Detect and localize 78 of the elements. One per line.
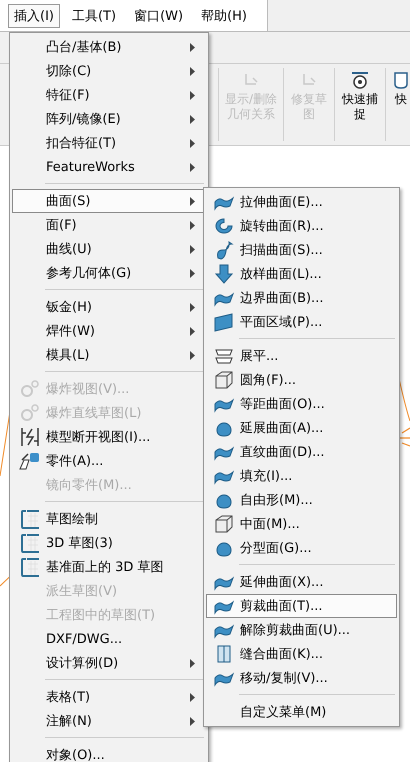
submenu-arrow-icon xyxy=(190,66,195,76)
submenu-arrow-icon xyxy=(190,692,195,702)
menu-item[interactable]: 焊件(W) xyxy=(12,319,206,343)
submenu-arrow-icon xyxy=(190,350,195,360)
submenu-arrow-icon xyxy=(190,162,195,172)
menu-item[interactable]: 平面区域(P)... xyxy=(206,310,397,334)
menu-item[interactable]: 零件(A)... xyxy=(12,449,206,473)
submenu-arrow-icon xyxy=(190,302,195,312)
menu-bar-item[interactable]: 帮助(H) xyxy=(195,4,253,28)
break-icon xyxy=(20,427,40,447)
cube-icon xyxy=(212,514,234,534)
menu-item[interactable]: 中面(M)... xyxy=(206,512,397,536)
menu-item[interactable]: 特征(F) xyxy=(12,83,206,107)
submenu-arrow-icon xyxy=(190,268,195,278)
menu-item[interactable]: 填充(I)... xyxy=(206,464,397,488)
submenu-arrow-icon xyxy=(190,220,195,230)
menu-item[interactable]: 展平... xyxy=(206,344,397,368)
menu-item[interactable]: 旋转曲面(R)... xyxy=(206,214,397,238)
menu-item[interactable]: FeatureWorks xyxy=(12,155,206,179)
menu-item[interactable]: 草图绘制 xyxy=(12,507,206,531)
plane-icon xyxy=(212,312,234,332)
menu-item[interactable]: 模型断开视图(I)... xyxy=(12,425,206,449)
menu-item[interactable]: 缝合曲面(K)... xyxy=(206,642,397,666)
menu-item[interactable]: DXF/DWG... xyxy=(12,627,206,651)
toolbar-button[interactable]: 快 xyxy=(386,64,410,145)
target-icon xyxy=(350,72,370,90)
menu-item[interactable]: 曲线(U) xyxy=(12,237,206,261)
menu-item[interactable]: 剪裁曲面(T)... xyxy=(206,594,397,618)
menu-bar-item[interactable]: 工具(T) xyxy=(66,4,122,28)
menu-item[interactable]: 解除剪裁曲面(U)... xyxy=(206,618,397,642)
menu-item[interactable]: 延伸曲面(X)... xyxy=(206,570,397,594)
submenu-arrow-icon xyxy=(190,326,195,336)
cube-icon xyxy=(212,370,234,390)
menu-item[interactable]: 注解(N) xyxy=(12,709,206,733)
menu-item[interactable]: 放样曲面(L)... xyxy=(206,262,397,286)
menu-item[interactable]: 阵列/镜像(E) xyxy=(12,107,206,131)
menu-item[interactable]: 对象(O)... xyxy=(12,743,206,762)
menu-item[interactable]: 延展曲面(A)... xyxy=(206,416,397,440)
menu-bar-item[interactable]: 插入(I) xyxy=(8,4,60,28)
ring-icon xyxy=(212,216,234,236)
submenu-arrow-icon xyxy=(190,196,195,206)
menu-item[interactable]: 钣金(H) xyxy=(12,295,206,319)
menu-item[interactable]: 圆角(F)... xyxy=(206,368,397,392)
submenu-arrow-icon xyxy=(190,42,195,52)
sketch-icon xyxy=(20,557,40,577)
sketch-icon xyxy=(20,509,40,529)
submenu-arrow-icon xyxy=(190,138,195,148)
menu-item[interactable]: 扫描曲面(S)... xyxy=(206,238,397,262)
menu-bar-item[interactable]: 窗口(W) xyxy=(128,4,190,28)
submenu-arrow-icon xyxy=(190,658,195,668)
menu-item[interactable]: 边界曲面(B)... xyxy=(206,286,397,310)
submenu-arrow-icon xyxy=(190,716,195,726)
menu-item[interactable]: 面(F) xyxy=(12,213,206,237)
down-arrow-icon xyxy=(212,264,234,284)
menu-item[interactable]: 参考几何体(G) xyxy=(12,261,206,285)
menu-item[interactable]: 扣合特征(T) xyxy=(12,131,206,155)
toolbar-button[interactable]: 快速捕捉 xyxy=(335,64,385,145)
menu-item[interactable]: 拉伸曲面(E)... xyxy=(206,190,397,214)
menu-item[interactable]: 分型面(G)... xyxy=(206,536,397,560)
gears-icon xyxy=(20,403,40,423)
menu-item[interactable]: 移动/复制(V)... xyxy=(206,666,397,690)
sketch-icon xyxy=(20,533,40,553)
submenu-arrow-icon xyxy=(190,90,195,100)
menu-item[interactable]: 等距曲面(O)... xyxy=(206,392,397,416)
submenu-arrow-icon xyxy=(190,244,195,254)
menu-item[interactable]: 直纹曲面(D)... xyxy=(206,440,397,464)
menu-item[interactable]: 表格(T) xyxy=(12,685,206,709)
menu-item[interactable]: 曲面(S) xyxy=(12,189,206,213)
part-icon xyxy=(18,451,40,471)
menu-item[interactable]: 设计算例(D) xyxy=(12,651,206,675)
menu-item[interactable]: 模具(L) xyxy=(12,343,206,367)
gears-icon xyxy=(20,379,40,399)
menu-item[interactable]: 自由形(M)... xyxy=(206,488,397,512)
menu-item[interactable]: 切除(C) xyxy=(12,59,206,83)
menu-item[interactable]: 自定义菜单(M) xyxy=(206,700,397,724)
menu-item[interactable]: 基准面上的 3D 草图 xyxy=(12,555,206,579)
submenu-arrow-icon xyxy=(190,114,195,124)
menu-item[interactable]: 3D 草图(3) xyxy=(12,531,206,555)
